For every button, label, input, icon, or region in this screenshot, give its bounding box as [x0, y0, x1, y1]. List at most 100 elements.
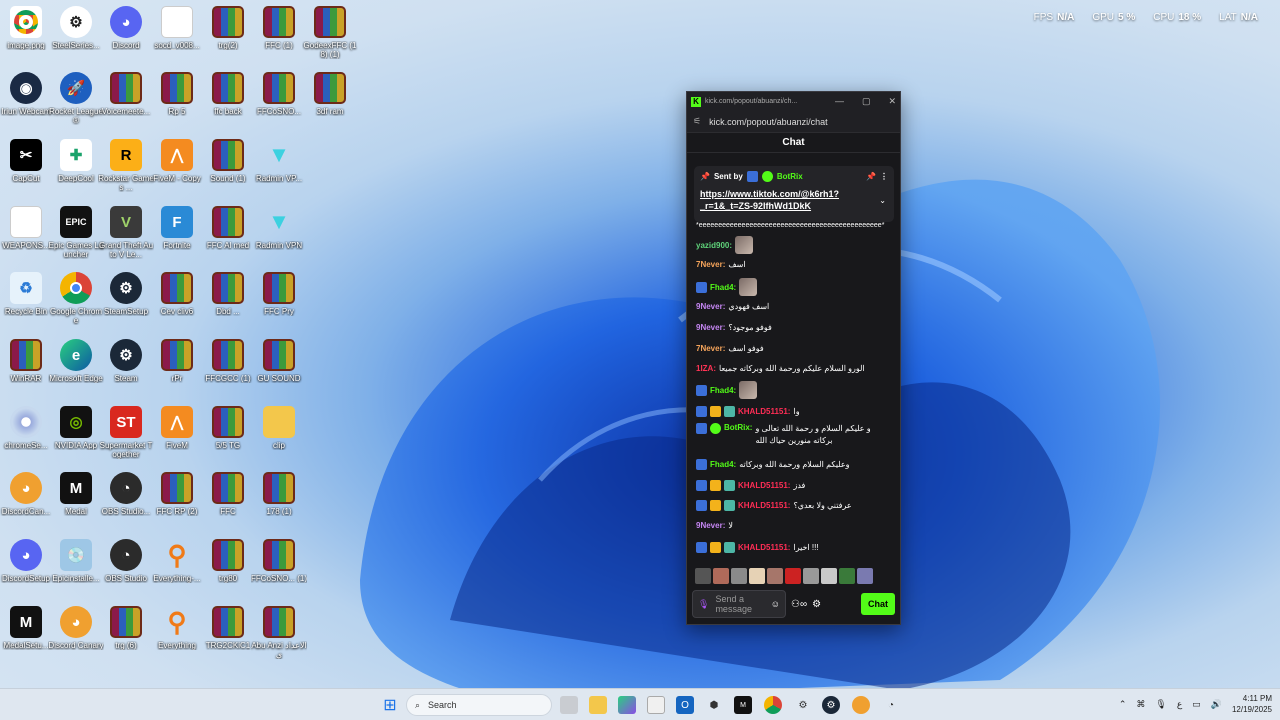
- desktop-icon-epic-games[interactable]: EPIC Epic Games Launcher: [49, 206, 103, 268]
- copilot-icon[interactable]: [618, 696, 636, 714]
- desktop-icon-abu-anzi[interactable]: Abu Anzi الاعدادي: [251, 606, 307, 668]
- emote[interactable]: [803, 568, 819, 584]
- more-options-icon[interactable]: ⋮: [880, 172, 888, 181]
- desktop-icon-trg2[interactable]: trg(2): [202, 6, 254, 68]
- desktop-icon-3df-ram[interactable]: 3df ram: [304, 72, 356, 134]
- desktop-icon-fivem-copy[interactable]: ⋀ FiveM - Copy: [151, 139, 203, 201]
- desktop-icon-discord[interactable]: ◕ Discord: [100, 6, 152, 68]
- desktop-icon-ffc1[interactable]: FFC (1): [253, 6, 305, 68]
- network-icon[interactable]: ⌘: [1136, 699, 1145, 710]
- desktop-icon-ffc-al-med[interactable]: FFC Al med: [202, 206, 254, 268]
- desktop-icon-rp5[interactable]: Rp 5: [151, 72, 203, 134]
- desktop-icon-trg80[interactable]: trg80: [202, 539, 254, 601]
- send-chat-button[interactable]: Chat: [861, 593, 895, 615]
- desktop-icon-obs-studio[interactable]: ◔ OBS Studio: [100, 539, 152, 601]
- close-icon[interactable]: ✕: [888, 96, 896, 107]
- emote[interactable]: [785, 568, 801, 584]
- desktop-icon-google-chrome[interactable]: Google Chrome: [50, 272, 102, 334]
- desktop-icon-everything-setup[interactable]: ⚲ Everything-...: [151, 539, 203, 601]
- desktop-icon-godeexffc[interactable]: GodeexFFC (18) (1): [304, 6, 356, 68]
- desktop-icon-socd[interactable]: socd_v008...: [151, 6, 203, 68]
- desktop-icon-ffc[interactable]: FFC: [202, 472, 254, 534]
- desktop-icon-gu-sound[interactable]: GU SOUND: [253, 339, 305, 401]
- desktop-icon-everything[interactable]: ⚲ Everything: [151, 606, 203, 668]
- desktop-icon-fortnite[interactable]: F Fortnite: [151, 206, 203, 268]
- desktop-icon-weapons[interactable]: WEAPONS...: [0, 206, 52, 268]
- emote[interactable]: [713, 568, 729, 584]
- clock[interactable]: 4:11 PM 12/19/2025: [1232, 693, 1272, 715]
- discord-canary-taskbar-icon[interactable]: [852, 696, 870, 714]
- desktop-icon-discord-canary-setup[interactable]: ◕ DiscordCan...: [0, 472, 52, 534]
- medal-taskbar-icon[interactable]: M: [734, 696, 752, 714]
- address-bar[interactable]: ⚟ kick.com/popout/abuanzi/chat: [687, 111, 900, 133]
- desktop-icon-edge[interactable]: e Microsoft Edge: [49, 339, 103, 401]
- emote[interactable]: [749, 568, 765, 584]
- task-view-icon[interactable]: [560, 696, 578, 714]
- desktop-icon-dbd[interactable]: Dbd ...: [202, 272, 254, 334]
- unpin-icon[interactable]: 📌: [866, 172, 876, 181]
- chevron-down-icon[interactable]: ⌄: [879, 196, 886, 205]
- start-icon[interactable]: ⊞: [381, 696, 399, 714]
- emote[interactable]: [857, 568, 873, 584]
- emote[interactable]: [821, 568, 837, 584]
- microphone-icon[interactable]: 🎙: [698, 599, 709, 610]
- desktop-icon-medal-setup[interactable]: M MedalSetu...: [0, 606, 52, 668]
- desktop-icon-ffc-back[interactable]: ffc back: [202, 72, 254, 134]
- display-icon[interactable]: ▭: [1192, 699, 1201, 710]
- gear-icon[interactable]: ⚙: [812, 599, 821, 610]
- desktop-icon-steam-setup[interactable]: ⚙ SteamSetup: [100, 272, 152, 334]
- emote[interactable]: [695, 568, 711, 584]
- desktop-icon-ffc-rp2[interactable]: FFC RP (2): [151, 472, 203, 534]
- desktop-icon-ffcosno[interactable]: FFCoSNO...: [253, 72, 305, 134]
- desktop-icon-epic-installer[interactable]: 💿 Epicinstalle...: [50, 539, 102, 601]
- desktop-icon-deepcool[interactable]: ✚ DeepCool: [50, 139, 102, 201]
- minimize-icon[interactable]: —: [835, 96, 844, 107]
- desktop-icon-medal[interactable]: M Medal: [50, 472, 102, 534]
- pinned-link[interactable]: https://www.tiktok.com/@k6rh1?_r=1&_t=ZS…: [700, 188, 860, 212]
- site-settings-icon[interactable]: ⚟: [693, 116, 701, 127]
- desktop-icon-cev[interactable]: Cev cliv6: [151, 272, 203, 334]
- pinned-message[interactable]: 📌 Sent by BotRix 📌 ⋮ https://www.tiktok.…: [694, 166, 894, 222]
- chrome-taskbar-icon[interactable]: [764, 696, 782, 714]
- app-icon[interactable]: ⬢: [705, 696, 723, 714]
- desktop-icon-fivem[interactable]: ⋀ FiveM: [151, 406, 203, 468]
- emote[interactable]: [839, 568, 855, 584]
- chevron-up-icon[interactable]: ⌃: [1119, 699, 1127, 710]
- desktop-icon-radmin-vp[interactable]: ▼ Radmin VP...: [253, 139, 305, 201]
- desktop-icon-discord-setup[interactable]: ◕ DiscordSetup: [0, 539, 52, 601]
- desktop-icon-ffc-pry[interactable]: FFC Pry: [253, 272, 305, 334]
- desktop-icon-steelseries[interactable]: ⚙ SteelSeries...: [50, 6, 102, 68]
- desktop-icon-rocket-league[interactable]: 🚀 Rocket League®: [49, 72, 103, 134]
- desktop-icon-ffcgcc[interactable]: FFCGCC (1): [202, 339, 254, 401]
- kicks-icon[interactable]: ⚇∞: [791, 599, 807, 610]
- message-input[interactable]: 🎙 Send a message ☺: [692, 590, 786, 618]
- desktop-icon-178[interactable]: 178 (1): [253, 472, 305, 534]
- desktop-icon-sound1[interactable]: Sound (1): [202, 139, 254, 201]
- volume-icon[interactable]: 🔊: [1211, 699, 1222, 710]
- url-text[interactable]: kick.com/popout/abuanzi/chat: [709, 117, 828, 127]
- desktop-icon-rockstar[interactable]: R Rockstar Games ...: [98, 139, 154, 201]
- microphone-tray-icon[interactable]: 🎙: [1155, 699, 1166, 710]
- desktop-icon-trg2ckic1[interactable]: TRG2CKiC1: [202, 606, 254, 668]
- desktop-icon-winrar[interactable]: WinRAR: [0, 339, 52, 401]
- desktop-icon-steam[interactable]: ⚙ Steam: [100, 339, 152, 401]
- steelseries-taskbar-icon[interactable]: ⚙: [794, 696, 812, 714]
- emoji-icon[interactable]: ☺: [771, 599, 780, 609]
- desktop-icon-obs-studio-dots[interactable]: ◔ OBS Studio...: [100, 472, 152, 534]
- desktop-icon-image-png[interactable]: image.png: [0, 6, 52, 68]
- desktop-icon-gta[interactable]: V Grand Theft Auto V Le...: [99, 206, 153, 268]
- emote[interactable]: [767, 568, 783, 584]
- desktop-icon-clip[interactable]: clip: [253, 406, 305, 468]
- desktop-icon-discord-canary[interactable]: ◕ Discord Canary: [48, 606, 104, 668]
- maximize-icon[interactable]: ▢: [862, 96, 871, 107]
- store-icon[interactable]: [647, 696, 665, 714]
- desktop-icon-capcut[interactable]: ✂ CapCut: [0, 139, 52, 201]
- file-explorer-icon[interactable]: [589, 696, 607, 714]
- obs-taskbar-icon[interactable]: ◔: [882, 696, 900, 714]
- taskbar-search[interactable]: ⌕ Search: [406, 694, 552, 716]
- outlook-icon[interactable]: O: [676, 696, 694, 714]
- desktop-icon-recycle-bin[interactable]: ♻ Recycle Bin: [0, 272, 52, 334]
- desktop-icon-rpr[interactable]: rPr: [151, 339, 203, 401]
- window-titlebar[interactable]: K kick.com/popout/abuanzi/ch... — ▢ ✕: [687, 92, 900, 111]
- desktop-icon-ffcosno1[interactable]: FFCoSNO... (1): [251, 539, 307, 601]
